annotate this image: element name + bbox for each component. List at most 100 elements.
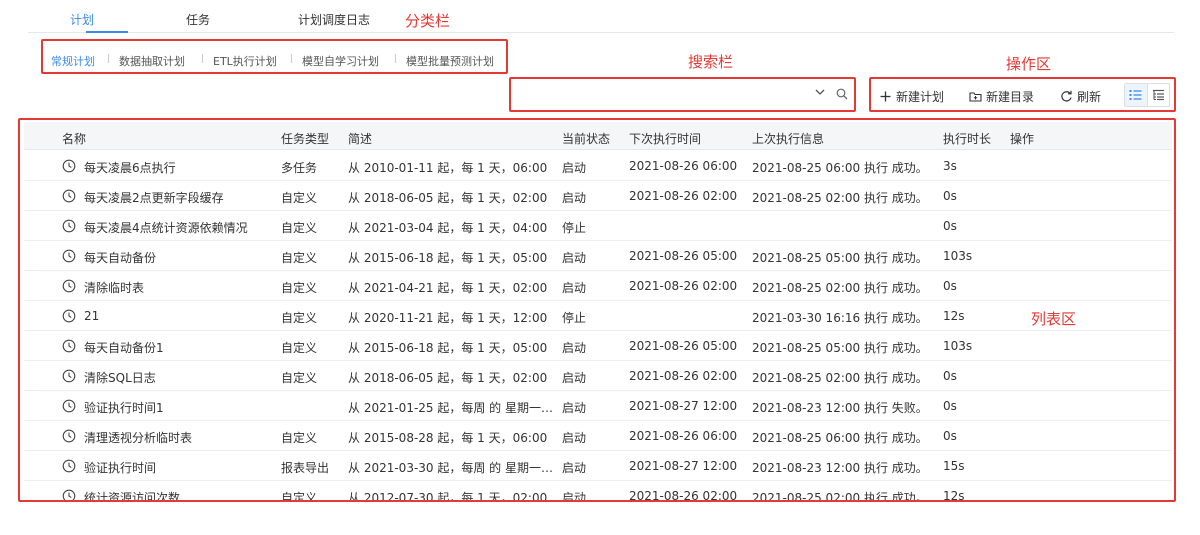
row-description: 从 2020-11-21 起，每 1 天，12:00 [348,311,548,325]
row-description: 从 2015-08-28 起，每 1 天，06:00 [348,431,548,445]
clock-icon [62,249,76,263]
header-last-run[interactable]: 上次执行信息 [752,130,824,147]
clock-icon [62,159,76,173]
row-next-run: 2021-08-26 06:00 [629,429,738,443]
row-next-run: 2021-08-26 06:00 [629,159,738,173]
header-duration[interactable]: 执行时长 [943,130,991,147]
row-task-type: 自定义 [281,371,318,385]
row-next-run: 2021-08-26 02:00 [629,489,738,502]
chevron-down-icon[interactable] [815,87,825,100]
row-duration: 0s [943,399,957,413]
list-view-button[interactable] [1125,84,1147,106]
new-plan-button[interactable]: 新建计划 [879,88,944,105]
category-model-batch-predict-plan[interactable]: 模型批量预测计划 [406,53,494,69]
tree-view-icon [1152,89,1164,101]
row-duration: 0s [943,369,957,383]
row-last-run: 2021-08-25 05:00 执行 成功。 [752,341,928,355]
row-duration: 103s [943,249,973,263]
row-state: 启动 [562,491,587,502]
row-last-run: 2021-08-25 02:00 执行 成功。 [752,281,928,295]
table-row[interactable]: 清除SQL日志 自定义 从 2018-06-05 起，每 1 天，02:00 启动 20… [24,361,1172,391]
view-toggle [1124,83,1170,107]
row-name[interactable]: 21 [84,309,280,323]
annotation-category: 分类栏 [405,12,451,30]
row-next-run: 2021-08-27 12:00 [629,459,738,473]
row-state: 启动 [562,371,587,385]
row-state: 启动 [562,191,587,205]
search-input[interactable] [515,82,797,107]
clock-icon [62,309,76,323]
new-directory-button[interactable]: 新建目录 [969,88,1034,105]
search-icon[interactable] [836,88,848,100]
clock-icon [62,459,76,473]
row-state: 停止 [562,221,587,235]
table-row[interactable]: 清理透视分析临时表 自定义 从 2015-08-28 起，每 1 天，06:00 启动… [24,421,1172,451]
tab-task[interactable]: 任务 [186,11,210,28]
list-view-icon [1129,90,1142,100]
row-description: 从 2012-07-30 起，每 1 天，02:00 [348,491,548,502]
table-row[interactable]: 统计资源访问次数 自定义 从 2012-07-30 起，每 1 天，02:00 启动 2… [24,481,1172,502]
table-row[interactable]: 每天自动备份1 自定义 从 2015-06-18 起，每 1 天，05:00 启动 20… [24,331,1172,361]
row-task-type: 多任务 [281,161,318,175]
row-last-run: 2021-08-25 06:00 执行 成功。 [752,161,928,175]
row-description: 从 2018-06-05 起，每 1 天，02:00 [348,191,548,205]
plus-icon [880,91,891,102]
row-duration: 0s [943,279,957,293]
row-task-type: 自定义 [281,491,318,502]
row-last-run: 2021-08-25 05:00 执行 成功。 [752,251,928,265]
row-duration: 0s [943,429,957,443]
row-name[interactable]: 统计资源访问次数 [84,489,280,500]
row-name[interactable]: 每天凌晨6点执行 [84,159,280,176]
refresh-button[interactable]: 刷新 [1060,88,1101,105]
row-name[interactable]: 清理透视分析临时表 [84,429,280,446]
row-state: 启动 [562,161,587,175]
annotation-search: 搜索栏 [688,53,734,71]
row-task-type: 自定义 [281,221,318,235]
table-row[interactable]: 每天凌晨6点执行 多任务 从 2010-01-11 起，每 1 天，06:00 启动 2… [24,151,1172,181]
header-task-type[interactable]: 任务类型 [281,130,329,147]
header-description[interactable]: 简述 [348,130,372,147]
row-name[interactable]: 每天自动备份 [84,249,280,266]
row-task-type: 自定义 [281,341,318,355]
active-tab-indicator [86,31,128,33]
table-row[interactable]: 清除临时表 自定义 从 2021-04-21 起，每 1 天，02:00 启动 2021… [24,271,1172,301]
table-row[interactable]: 验证执行时间 报表导出 从 2021-03-30 起，每周 的 星期一,... 启动 2… [24,451,1172,481]
category-regular-plan[interactable]: 常规计划 [51,53,95,69]
row-task-type: 自定义 [281,431,318,445]
header-name[interactable]: 名称 [62,130,86,147]
search-bar [509,77,856,112]
row-name[interactable]: 每天凌晨4点统计资源依赖情况 [84,219,280,236]
row-description: 从 2010-01-11 起，每 1 天，06:00 [348,161,548,175]
row-duration: 12s [943,309,965,323]
header-actions: 操作 [1010,132,1035,146]
row-duration: 103s [943,339,973,353]
header-current-state[interactable]: 当前状态 [562,130,610,147]
row-last-run: 2021-08-23 12:00 执行 失败。 [752,401,928,415]
row-name[interactable]: 清除SQL日志 [84,369,280,386]
folder-plus-icon [969,92,982,102]
row-duration: 0s [943,219,957,233]
row-next-run: 2021-08-27 12:00 [629,399,738,413]
row-name[interactable]: 验证执行时间1 [84,399,280,416]
table-row[interactable]: 21 自定义 从 2020-11-21 起，每 1 天，12:00 停止 2021-03… [24,301,1172,331]
row-name[interactable]: 每天凌晨2点更新字段缓存 [84,189,280,206]
row-name[interactable]: 验证执行时间 [84,459,280,476]
table-row[interactable]: 每天凌晨4点统计资源依赖情况 自定义 从 2021-03-04 起，每 1 天，04… [24,211,1172,241]
header-next-run[interactable]: 下次执行时间 [629,130,701,147]
tab-plan[interactable]: 计划 [70,11,94,28]
table-row[interactable]: 每天自动备份 自定义 从 2015-06-18 起，每 1 天，05:00 启动 202… [24,241,1172,271]
tab-schedule-log[interactable]: 计划调度日志 [298,11,370,28]
category-data-extract-plan[interactable]: 数据抽取计划 [119,53,185,69]
row-description: 从 2015-06-18 起，每 1 天，05:00 [348,341,548,355]
row-next-run: 2021-08-26 02:00 [629,279,738,293]
category-etl-plan[interactable]: ETL执行计划 [213,53,277,69]
row-description: 从 2015-06-18 起，每 1 天，05:00 [348,251,548,265]
row-name[interactable]: 清除临时表 [84,279,280,296]
category-separator: | [290,54,294,64]
table-row[interactable]: 每天凌晨2点更新字段缓存 自定义 从 2018-06-05 起，每 1 天，02:0… [24,181,1172,211]
tree-view-button[interactable] [1146,84,1169,106]
category-model-selflearn-plan[interactable]: 模型自学习计划 [302,53,379,69]
table-row[interactable]: 验证执行时间1 从 2021-01-25 起，每周 的 星期一,... 启动 2021… [24,391,1172,421]
row-name[interactable]: 每天自动备份1 [84,339,280,356]
new-plan-label: 新建计划 [896,90,945,104]
